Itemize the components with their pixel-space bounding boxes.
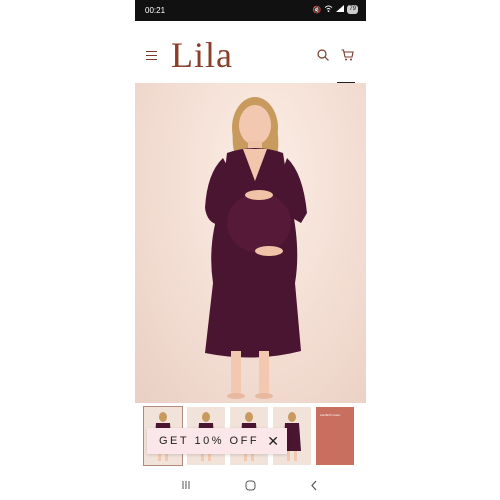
thumbnail-5[interactable]: Lila Birth Gown xyxy=(316,407,354,465)
promo-banner[interactable]: GET 10% OFF ✕ xyxy=(147,428,287,454)
promo-label[interactable]: GET 10% OFF xyxy=(159,435,259,447)
site-logo[interactable]: Lila xyxy=(171,34,233,76)
thumbnail-card-text: Lila Birth Gown xyxy=(320,413,341,417)
site-header: Lila xyxy=(135,21,366,83)
battery-icon: 79 xyxy=(347,5,358,14)
wifi-icon xyxy=(324,5,333,14)
back-icon[interactable] xyxy=(307,478,321,492)
search-icon[interactable] xyxy=(317,49,329,61)
status-icons: 🔇 79 xyxy=(313,5,358,14)
phone-screen: 00:21 🔇 79 Lila Lila Birth Gown GET 10% … xyxy=(135,0,366,500)
signal-icon xyxy=(336,5,345,14)
product-photo xyxy=(205,97,307,399)
product-image[interactable] xyxy=(135,83,366,403)
status-bar: 00:21 🔇 79 xyxy=(135,0,366,21)
cart-icon[interactable] xyxy=(341,49,354,61)
recents-icon[interactable] xyxy=(179,478,193,492)
status-time: 00:21 xyxy=(145,6,166,15)
system-nav-bar xyxy=(135,469,366,500)
close-icon[interactable]: ✕ xyxy=(267,433,279,450)
home-icon[interactable] xyxy=(243,478,257,492)
menu-icon[interactable] xyxy=(146,51,157,61)
mute-icon: 🔇 xyxy=(312,6,322,14)
